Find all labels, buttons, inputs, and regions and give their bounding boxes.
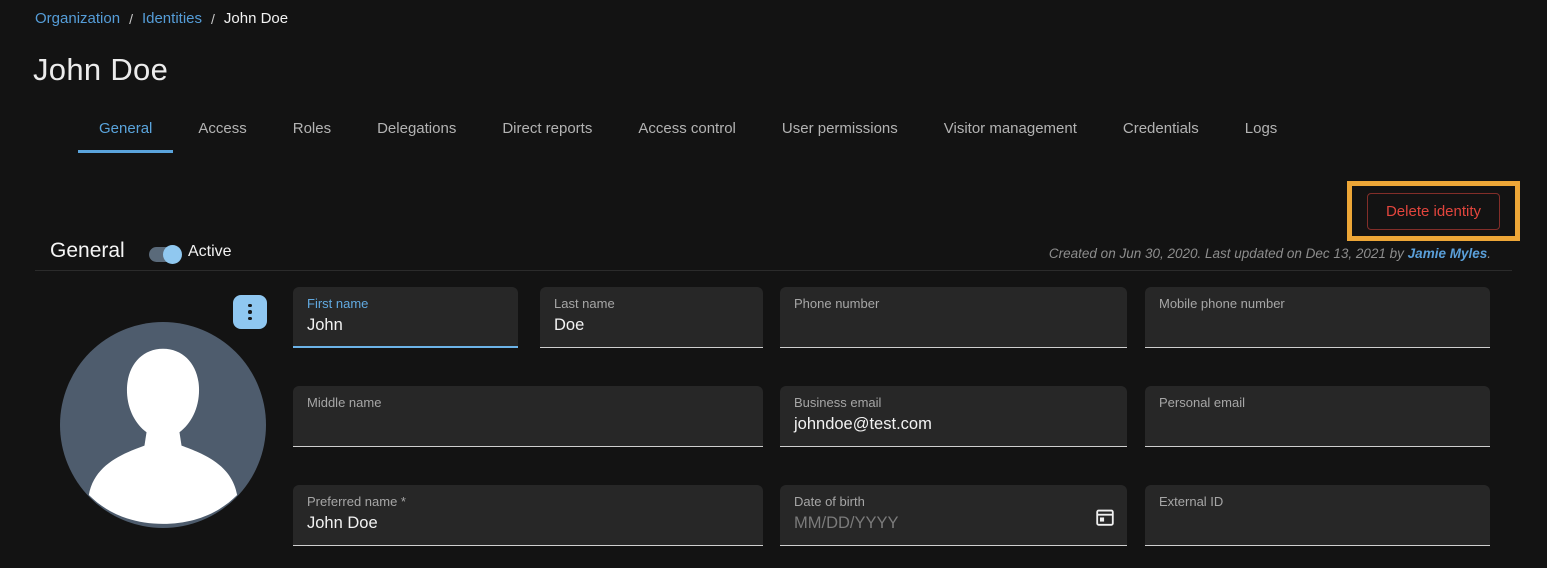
toggle-knob bbox=[163, 245, 182, 264]
preferred-name-field[interactable]: Preferred name * John Doe bbox=[293, 485, 763, 546]
field-label: Preferred name * bbox=[307, 494, 749, 509]
active-toggle-label: Active bbox=[188, 243, 232, 261]
field-label: Personal email bbox=[1159, 395, 1476, 410]
avatar-menu-button[interactable] bbox=[233, 295, 267, 329]
tab-credentials[interactable]: Credentials bbox=[1102, 110, 1220, 153]
tab-access[interactable]: Access bbox=[177, 110, 267, 153]
field-value: johndoe@test.com bbox=[794, 415, 1113, 434]
tab-access-control[interactable]: Access control bbox=[617, 110, 757, 153]
tab-bar: General Access Roles Delegations Direct … bbox=[78, 110, 1298, 153]
breadcrumb-separator: / bbox=[211, 11, 215, 27]
field-value: John bbox=[307, 316, 504, 335]
first-name-field[interactable]: First name John bbox=[293, 287, 518, 348]
last-name-field[interactable]: Last name Doe bbox=[540, 287, 763, 348]
person-silhouette-icon bbox=[60, 322, 266, 528]
field-label: Date of birth bbox=[794, 494, 1113, 509]
calendar-icon bbox=[1094, 506, 1116, 528]
phone-number-field[interactable]: Phone number bbox=[780, 287, 1127, 348]
page-title: John Doe bbox=[33, 52, 168, 88]
section-title: General bbox=[50, 239, 125, 263]
external-id-field[interactable]: External ID bbox=[1145, 485, 1490, 546]
tab-direct-reports[interactable]: Direct reports bbox=[481, 110, 613, 153]
kebab-vertical-icon bbox=[248, 304, 252, 321]
meta-text: Created on Jun 30, 2020. Last updated on… bbox=[1049, 246, 1408, 261]
field-label: Business email bbox=[794, 395, 1113, 410]
field-label: Phone number bbox=[794, 296, 1113, 311]
tab-delegations[interactable]: Delegations bbox=[356, 110, 477, 153]
active-toggle[interactable] bbox=[149, 247, 180, 262]
tab-logs[interactable]: Logs bbox=[1224, 110, 1299, 153]
breadcrumb-current: John Doe bbox=[224, 10, 288, 27]
field-value: John Doe bbox=[307, 514, 749, 533]
avatar bbox=[60, 322, 266, 528]
field-label: External ID bbox=[1159, 494, 1476, 509]
field-label: Middle name bbox=[307, 395, 749, 410]
field-placeholder: MM/DD/YYYY bbox=[794, 514, 1113, 533]
field-value: Doe bbox=[554, 316, 749, 335]
personal-email-field[interactable]: Personal email bbox=[1145, 386, 1490, 447]
mobile-phone-field[interactable]: Mobile phone number bbox=[1145, 287, 1490, 348]
identity-detail-page: Organization / Identities / John Doe Joh… bbox=[0, 0, 1547, 568]
date-of-birth-field[interactable]: Date of birth MM/DD/YYYY bbox=[780, 485, 1127, 546]
delete-identity-button[interactable]: Delete identity bbox=[1367, 193, 1500, 230]
breadcrumb: Organization / Identities / John Doe bbox=[35, 10, 288, 27]
business-email-field[interactable]: Business email johndoe@test.com bbox=[780, 386, 1127, 447]
breadcrumb-separator: / bbox=[129, 11, 133, 27]
date-picker-button[interactable] bbox=[1094, 506, 1116, 528]
record-meta: Created on Jun 30, 2020. Last updated on… bbox=[1049, 246, 1491, 261]
tab-visitor-management[interactable]: Visitor management bbox=[923, 110, 1098, 153]
field-label: Mobile phone number bbox=[1159, 296, 1476, 311]
field-label: First name bbox=[307, 296, 504, 311]
breadcrumb-identities[interactable]: Identities bbox=[142, 10, 202, 27]
section-divider bbox=[35, 270, 1512, 271]
annotation-highlight-box: Delete identity bbox=[1347, 181, 1520, 241]
tab-roles[interactable]: Roles bbox=[272, 110, 352, 153]
tab-general[interactable]: General bbox=[78, 110, 173, 153]
tab-user-permissions[interactable]: User permissions bbox=[761, 110, 919, 153]
field-label: Last name bbox=[554, 296, 749, 311]
updated-by-link[interactable]: Jamie Myles bbox=[1408, 246, 1488, 261]
breadcrumb-organization[interactable]: Organization bbox=[35, 10, 120, 27]
middle-name-field[interactable]: Middle name bbox=[293, 386, 763, 447]
meta-suffix: . bbox=[1487, 246, 1491, 261]
